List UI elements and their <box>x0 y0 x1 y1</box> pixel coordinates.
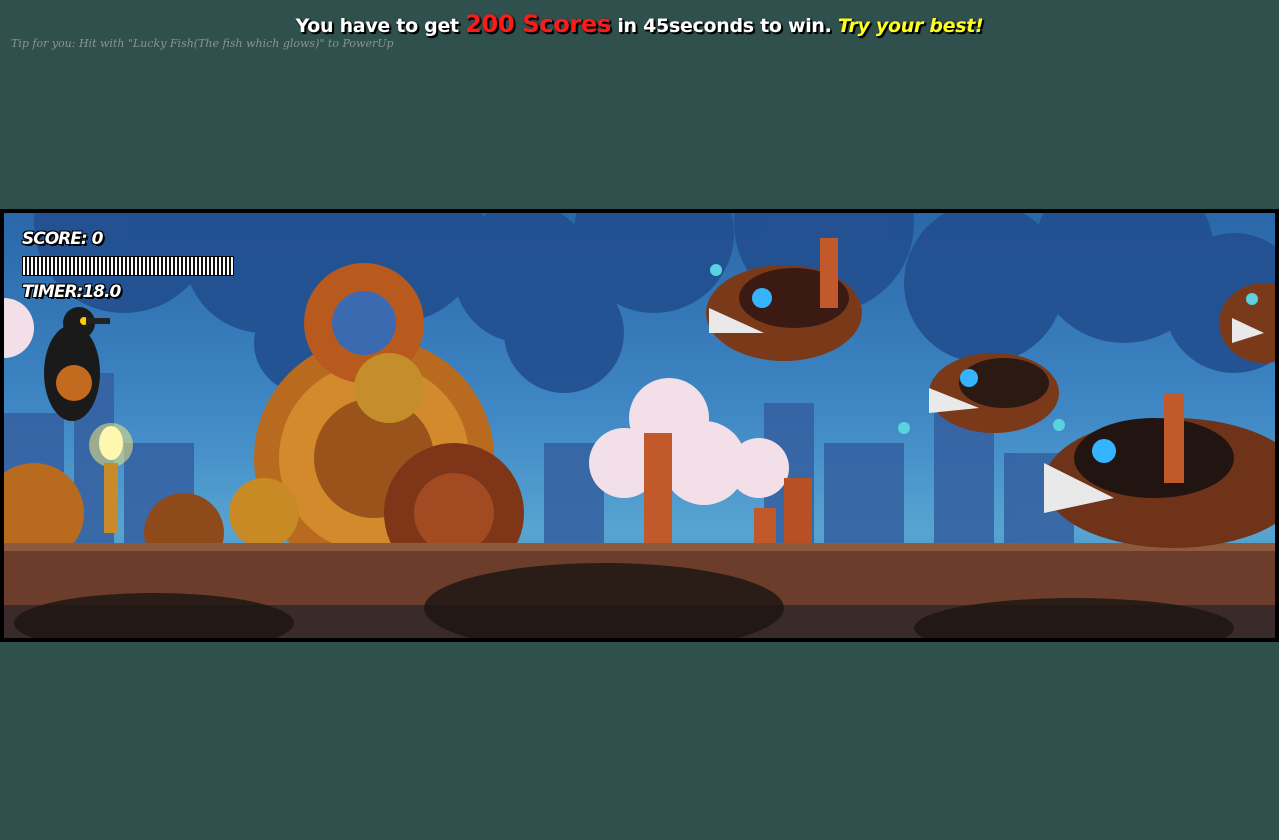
instructions-headline: You have to get 200 Scores in 45seconds … <box>0 10 1279 38</box>
anglerfish-enemy <box>1044 393 1275 548</box>
headline-cheer: Try your best! <box>837 15 984 37</box>
timer-display: TIMER:18.0 <box>22 282 121 302</box>
headline-goal: 200 Scores <box>465 10 612 38</box>
headline-rest: in 45seconds to win. <box>617 15 832 37</box>
headline-intro: You have to get <box>295 15 460 37</box>
anglerfish-enemy <box>898 353 1059 434</box>
hud: SCORE: 0 TIMER:18.0 <box>22 229 234 302</box>
game-canvas[interactable]: SCORE: 0 TIMER:18.0 <box>0 209 1279 642</box>
tip-text: Tip for you: Hit with "Lucky Fish(The fi… <box>11 37 394 50</box>
power-bar <box>22 256 234 276</box>
score-display: SCORE: 0 <box>22 229 103 249</box>
game-page: You have to get 200 Scores in 45seconds … <box>0 0 1279 840</box>
